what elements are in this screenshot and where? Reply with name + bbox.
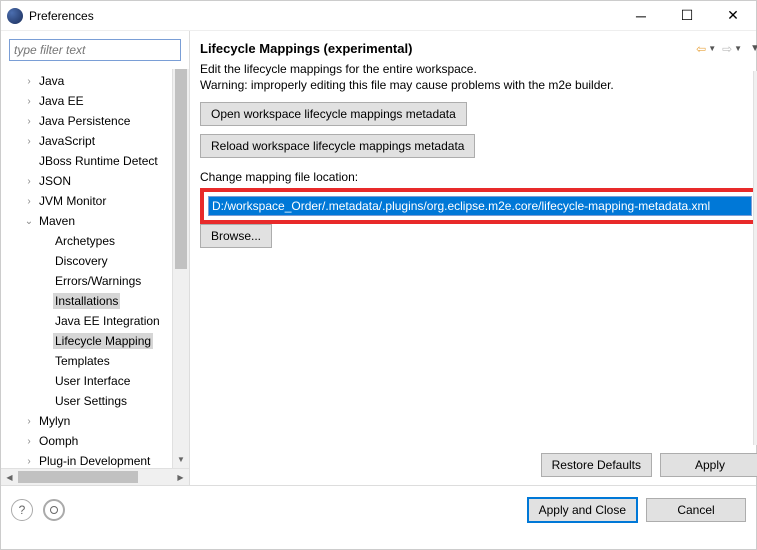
tree-node-label: JSON	[37, 173, 73, 189]
tree-node[interactable]: ›Java Persistence	[1, 111, 189, 131]
tree-node[interactable]: ›Java EE	[1, 91, 189, 111]
scroll-down-icon[interactable]: ▼	[173, 451, 189, 468]
apply-and-close-button[interactable]: Apply and Close	[527, 497, 638, 523]
maximize-button[interactable]: ☐	[664, 1, 710, 31]
bottom-bar: ? Apply and Close Cancel	[1, 485, 756, 533]
window-title: Preferences	[29, 9, 94, 23]
titlebar: Preferences ─ ☐ ✕	[1, 1, 756, 31]
expand-icon[interactable]: ›	[21, 176, 37, 187]
tree-node[interactable]: ›JavaScript	[1, 131, 189, 151]
tree-node-label: Mylyn	[37, 413, 72, 429]
scroll-thumb-h[interactable]	[18, 471, 138, 483]
content-body: Edit the lifecycle mappings for the enti…	[190, 62, 757, 248]
nav-back-button[interactable]: ⇦▼	[696, 42, 716, 56]
tree-node-label: Java	[37, 73, 66, 89]
tree-node-label: Lifecycle Mapping	[53, 333, 153, 349]
tree-node-label: Plug-in Development	[37, 453, 152, 468]
tree-node-label: Maven	[37, 213, 77, 229]
expand-icon[interactable]: ›	[21, 116, 37, 127]
tree-node[interactable]: ›JSON	[1, 171, 189, 191]
description-line-1: Edit the lifecycle mappings for the enti…	[200, 62, 757, 76]
apply-button[interactable]: Apply	[660, 453, 757, 477]
cancel-button[interactable]: Cancel	[646, 498, 746, 522]
view-menu-button[interactable]: ▼	[748, 43, 757, 54]
expand-icon[interactable]: ›	[21, 416, 37, 427]
change-location-label: Change mapping file location:	[200, 170, 757, 184]
tree-node-label: Installations	[53, 293, 120, 309]
expand-icon[interactable]: ›	[21, 196, 37, 207]
tree-node[interactable]: Installations	[1, 291, 189, 311]
tree-node[interactable]: ›Plug-in Development	[1, 451, 189, 468]
scroll-left-icon[interactable]: ◀	[1, 469, 18, 485]
tree-node-label: Java EE Integration	[53, 313, 162, 329]
tree-node-label: Discovery	[53, 253, 110, 269]
app-icon	[7, 8, 23, 24]
main-region: ›Java›Java EE›Java Persistence›JavaScrip…	[1, 31, 756, 485]
tree-node-label: Templates	[53, 353, 112, 369]
scroll-right-icon[interactable]: ▶	[172, 469, 189, 485]
tree-node-label: Java Persistence	[37, 113, 132, 129]
tree-node-label: JavaScript	[37, 133, 97, 149]
tree-node[interactable]: ⌄Maven	[1, 211, 189, 231]
scroll-thumb[interactable]	[175, 69, 187, 269]
horizontal-scrollbar[interactable]: ◀ ▶	[1, 468, 189, 485]
tree-node[interactable]: Discovery	[1, 251, 189, 271]
content-panel: Lifecycle Mappings (experimental) ⇦▼ ⇨▼ …	[190, 31, 757, 485]
tree-node-label: Oomph	[37, 433, 80, 449]
expand-icon[interactable]: ›	[21, 76, 37, 87]
tree-node-label: JBoss Runtime Detect	[37, 153, 160, 169]
vertical-scrollbar[interactable]: ▲ ▼	[172, 69, 189, 468]
tree-node-label: Archetypes	[53, 233, 117, 249]
expand-icon[interactable]: ›	[21, 136, 37, 147]
mapping-file-path-input[interactable]	[208, 196, 752, 216]
tree-node-label: JVM Monitor	[37, 193, 108, 209]
nav-forward-button[interactable]: ⇨▼	[722, 42, 742, 56]
tree-node[interactable]: ›JVM Monitor	[1, 191, 189, 211]
tree-node-label: User Interface	[53, 373, 132, 389]
description-line-2: Warning: improperly editing this file ma…	[200, 78, 757, 92]
collapse-icon[interactable]: ⌄	[21, 216, 37, 227]
highlighted-region	[200, 188, 757, 224]
tree-node[interactable]: ›Mylyn	[1, 411, 189, 431]
open-metadata-button[interactable]: Open workspace lifecycle mappings metada…	[200, 102, 467, 126]
expand-icon[interactable]: ›	[21, 436, 37, 447]
content-header: Lifecycle Mappings (experimental) ⇦▼ ⇨▼ …	[190, 31, 757, 62]
tree-node[interactable]: Archetypes	[1, 231, 189, 251]
content-footer: Restore Defaults Apply	[541, 453, 757, 477]
restore-defaults-button[interactable]: Restore Defaults	[541, 453, 652, 477]
filter-input[interactable]	[9, 39, 181, 61]
help-icon[interactable]: ?	[11, 499, 33, 521]
close-button[interactable]: ✕	[710, 1, 756, 31]
tree-node[interactable]: ›Oomph	[1, 431, 189, 451]
sidebar: ›Java›Java EE›Java Persistence›JavaScrip…	[1, 31, 190, 485]
expand-icon[interactable]: ›	[21, 96, 37, 107]
page-heading: Lifecycle Mappings (experimental)	[200, 41, 412, 56]
expand-icon[interactable]: ›	[21, 456, 37, 467]
tree-node-label: Errors/Warnings	[53, 273, 143, 289]
tree-node-label: Java EE	[37, 93, 86, 109]
minimize-button[interactable]: ─	[618, 1, 664, 31]
tree-node[interactable]: User Interface	[1, 371, 189, 391]
tree-node[interactable]: JBoss Runtime Detect	[1, 151, 189, 171]
reload-metadata-button[interactable]: Reload workspace lifecycle mappings meta…	[200, 134, 475, 158]
tree-node-label: User Settings	[53, 393, 129, 409]
tree-node[interactable]: Lifecycle Mapping	[1, 331, 189, 351]
tree-node[interactable]: Java EE Integration	[1, 311, 189, 331]
tree-node[interactable]: Errors/Warnings	[1, 271, 189, 291]
tree-node[interactable]: User Settings	[1, 391, 189, 411]
preferences-tree[interactable]: ›Java›Java EE›Java Persistence›JavaScrip…	[1, 69, 189, 468]
content-vertical-scrollbar[interactable]	[753, 71, 757, 445]
tree-node[interactable]: Templates	[1, 351, 189, 371]
tree-node[interactable]: ›Java	[1, 71, 189, 91]
browse-button[interactable]: Browse...	[200, 224, 272, 248]
import-export-icon[interactable]	[43, 499, 65, 521]
